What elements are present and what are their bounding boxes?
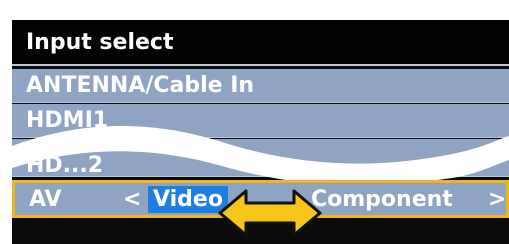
menu-title: Input select <box>12 20 509 66</box>
menu-item-label: ANTENNA/Cable In <box>26 73 255 98</box>
menu-item-hdmi2[interactable]: HD...2 <box>12 139 509 177</box>
av-label: AV <box>29 187 62 212</box>
menu-item-label: HD...2 <box>26 153 104 178</box>
chevron-left-icon[interactable]: < <box>123 187 141 213</box>
menu-item-antenna-cable-in[interactable]: ANTENNA/Cable In <box>12 69 509 103</box>
component-option[interactable]: Component <box>311 187 453 213</box>
chevron-right-icon[interactable]: > <box>488 187 506 213</box>
menu-item-label: HDMI1 <box>26 108 109 133</box>
menu-item-hdmi1[interactable]: HDMI1 <box>12 104 509 138</box>
double-headed-arrow-icon <box>218 189 322 237</box>
